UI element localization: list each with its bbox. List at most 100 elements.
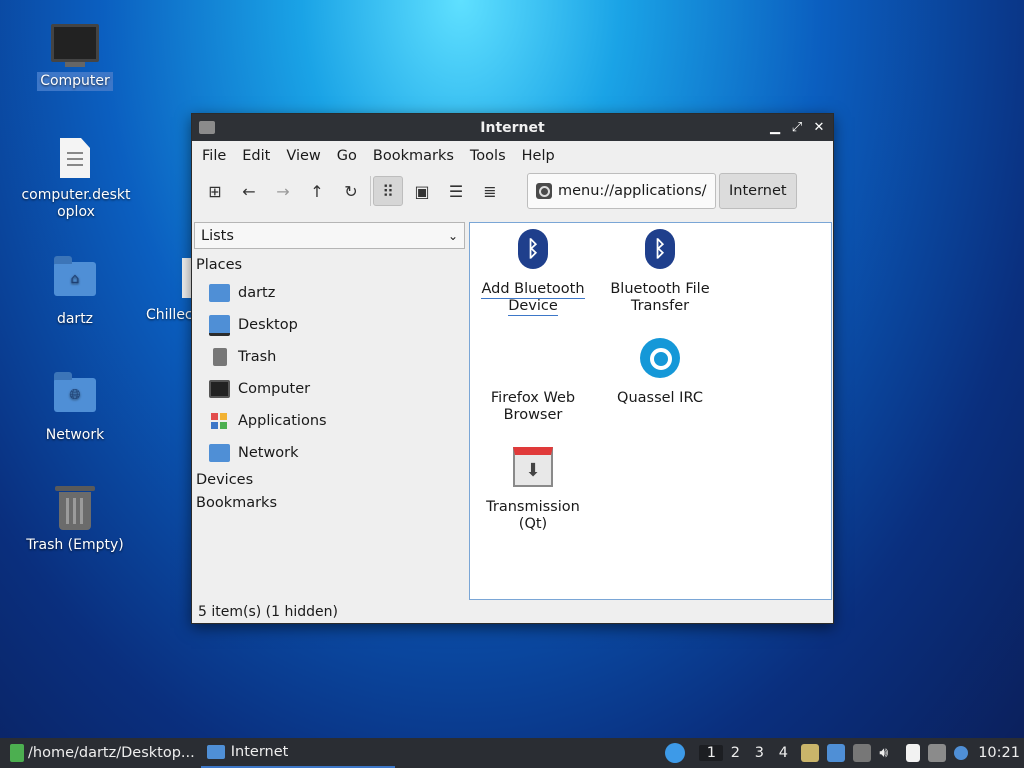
detailed-list-view-icon[interactable]: ≣ (475, 176, 505, 206)
home-folder-icon (209, 284, 230, 302)
clipboard-icon[interactable] (906, 744, 921, 762)
folder-view[interactable]: ᛒ Add Bluetooth Device ᛒ Bluetooth File … (469, 222, 832, 600)
desktop-icon-network[interactable]: 🌐︎ Network (15, 372, 135, 445)
workspace-4[interactable]: 4 (771, 745, 795, 761)
forward-icon[interactable]: → (268, 176, 298, 206)
place-label: Desktop (238, 317, 298, 333)
path-input[interactable]: menu://applications/ (558, 183, 707, 199)
desktop-icon-label: Chillec (146, 307, 193, 323)
home-folder-icon: ⌂ (51, 256, 99, 306)
item-label: Bluetooth File Transfer (610, 281, 710, 314)
place-label: Network (238, 445, 299, 461)
notification-icon[interactable] (954, 746, 969, 760)
icon-view-icon[interactable]: ⠿ (373, 176, 403, 206)
item-quassel-irc[interactable]: Quassel IRC (602, 338, 718, 407)
item-transmission-qt[interactable]: ⬇ Transmission (Qt) (475, 447, 591, 533)
menu-bookmarks[interactable]: Bookmarks (365, 148, 462, 164)
bookmarks-heading[interactable]: Bookmarks (193, 492, 467, 515)
desktop-icon-label: Network (45, 427, 105, 443)
side-pane-mode-value: Lists (201, 227, 234, 244)
side-pane: Lists ⌄ Places dartz Desktop Trash Compu… (193, 222, 467, 600)
reload-icon[interactable]: ↻ (336, 176, 366, 206)
workspace-3[interactable]: 3 (747, 745, 771, 761)
taskbar-task-internet[interactable]: Internet (200, 738, 395, 768)
desktop-icon-label: dartz (56, 311, 94, 327)
computer-icon (51, 24, 99, 68)
menubar: File Edit View Go Bookmarks Tools Help (192, 141, 833, 170)
desktop-icon-dartz[interactable]: ⌂ dartz (15, 256, 135, 329)
network-folder-icon (209, 444, 230, 462)
devices-heading[interactable]: Devices (193, 469, 467, 492)
maximize-icon[interactable]: ⤢ (790, 120, 804, 135)
breadcrumb-internet[interactable]: Internet (719, 173, 797, 209)
item-add-bluetooth-device[interactable]: ᛒ Add Bluetooth Device (475, 229, 591, 316)
place-network[interactable]: Network (193, 437, 467, 469)
task-label: /home/dartz/Desktop... (28, 745, 195, 761)
volume-icon[interactable]: 🔊︎ (879, 745, 888, 761)
desktop-icon-computer[interactable]: Computer (15, 22, 135, 91)
trash-icon (213, 348, 227, 366)
desktop-icon-trash[interactable]: Trash (Empty) (15, 486, 135, 555)
side-pane-mode-select[interactable]: Lists ⌄ (194, 222, 465, 249)
system-tray: 🔊︎ (801, 744, 969, 762)
file-manager-icon[interactable] (801, 744, 820, 762)
window-titlebar[interactable]: Internet ▁ ⤢ ✕ (192, 114, 833, 141)
path-bar[interactable]: menu://applications/ (527, 173, 716, 209)
place-dartz[interactable]: dartz (193, 277, 467, 309)
desktop-icon (209, 314, 230, 336)
workspace-1[interactable]: 1 (699, 745, 724, 761)
network-status-icon[interactable] (928, 744, 947, 762)
terminal-icon (10, 744, 24, 762)
transmission-icon: ⬇ (513, 447, 553, 487)
folder-icon (206, 745, 225, 759)
toolbar: ⊞ ← → ↑ ↻ ⠿ ▣ ☰ ≣ menu://applications/ I… (192, 170, 833, 212)
workspace-switcher: 1 2 3 4 (699, 745, 795, 761)
place-label: Trash (238, 349, 277, 365)
menu-tools[interactable]: Tools (462, 148, 514, 164)
item-label: Add Bluetooth Device (481, 281, 585, 316)
back-icon[interactable]: ← (234, 176, 264, 206)
desktop-icon-computer-desktop-file[interactable]: computer.desktoplox (15, 138, 135, 222)
thumbnail-view-icon[interactable]: ▣ (407, 176, 437, 206)
item-firefox-web-browser[interactable]: Firefox Web Browser (475, 338, 591, 424)
item-label: Quassel IRC (617, 390, 703, 406)
menu-edit[interactable]: Edit (234, 148, 278, 164)
menu-go[interactable]: Go (329, 148, 365, 164)
place-label: Applications (238, 413, 327, 429)
text-file-icon (51, 138, 99, 182)
desktop-icon-label: computer.desktoplox (21, 187, 131, 220)
clock[interactable]: 10:21 (978, 745, 1020, 761)
place-trash[interactable]: Trash (193, 341, 467, 373)
desktop-icon-label: Computer (37, 72, 113, 91)
item-label: Firefox Web Browser (490, 390, 576, 423)
menu-file[interactable]: File (194, 148, 234, 164)
menu-view[interactable]: View (278, 148, 328, 164)
applications-icon (209, 412, 230, 430)
firefox-icon (512, 338, 554, 380)
app-menu-icon[interactable] (665, 743, 686, 763)
compact-view-icon[interactable]: ☰ (441, 176, 471, 206)
place-desktop[interactable]: Desktop (193, 309, 467, 341)
up-icon[interactable]: ↑ (302, 176, 332, 206)
eject-icon[interactable] (853, 744, 872, 762)
bluetooth-icon: ᛒ (518, 229, 548, 269)
search-icon (536, 183, 552, 199)
place-label: dartz (238, 285, 276, 301)
show-desktop-icon[interactable] (827, 744, 846, 762)
minimize-icon[interactable]: ▁ (768, 120, 782, 135)
new-tab-icon[interactable]: ⊞ (200, 176, 230, 206)
file-manager-window[interactable]: Internet ▁ ⤢ ✕ File Edit View Go Bookmar… (191, 113, 834, 624)
places-heading[interactable]: Places (193, 254, 467, 277)
workspace-2[interactable]: 2 (723, 745, 747, 761)
menu-help[interactable]: Help (514, 148, 563, 164)
place-computer[interactable]: Computer (193, 373, 467, 405)
desktop-icon-chillec[interactable]: Chillec (140, 256, 193, 325)
place-applications[interactable]: Applications (193, 405, 467, 437)
window-title: Internet (480, 119, 545, 136)
desktop-icon-label: Trash (Empty) (26, 537, 124, 553)
item-bluetooth-file-transfer[interactable]: ᛒ Bluetooth File Transfer (602, 229, 718, 315)
taskbar-task-terminal[interactable]: /home/dartz/Desktop... (0, 738, 201, 768)
bluetooth-icon: ᛒ (645, 229, 675, 269)
close-icon[interactable]: ✕ (812, 120, 826, 135)
trash-icon (51, 486, 99, 532)
